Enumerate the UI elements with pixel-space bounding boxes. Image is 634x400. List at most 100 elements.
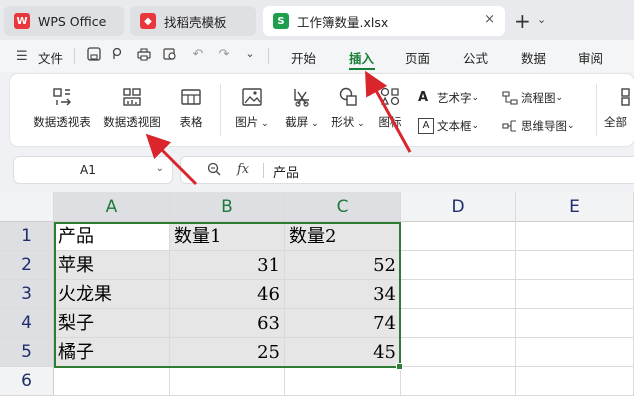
row-header-3[interactable]: 3 bbox=[0, 280, 54, 309]
chevron-down-icon[interactable]: ⌄ bbox=[537, 13, 546, 26]
mindmap-icon bbox=[502, 118, 518, 134]
cell-a5[interactable]: 橘子 bbox=[54, 338, 170, 367]
spreadsheet-grid: A B C D E 1 2 3 4 5 6 产品 数量1 数量2 苹果 31 5… bbox=[0, 192, 634, 400]
cell-b6[interactable] bbox=[170, 367, 285, 396]
flowchart-icon bbox=[502, 90, 518, 106]
textbox-button[interactable]: A 文本框 ⌄ bbox=[418, 118, 479, 134]
cell-a2[interactable]: 苹果 bbox=[54, 251, 170, 280]
mindmap-button[interactable]: 思维导图 ⌄ bbox=[502, 118, 575, 134]
cell-d1[interactable] bbox=[401, 222, 516, 251]
divider bbox=[263, 163, 264, 178]
pivot-chart-button[interactable]: 数据透视图 bbox=[100, 86, 164, 130]
menu-bar: ☰ 文件 ↶ ↷ ⌄ 开始 插入 页面 公式 数据 审阅 bbox=[0, 40, 634, 72]
icon-button[interactable]: 图标 bbox=[374, 86, 406, 130]
screenshot-button[interactable]: 截屏 ⌄ bbox=[280, 86, 324, 130]
hamburger-menu-icon[interactable]: ☰ bbox=[16, 49, 28, 64]
cell-a3[interactable]: 火龙果 bbox=[54, 280, 170, 309]
cell-e3[interactable] bbox=[516, 280, 634, 309]
cell-b1[interactable]: 数量1 bbox=[170, 222, 285, 251]
cell-c1[interactable]: 数量2 bbox=[285, 222, 401, 251]
formula-value[interactable]: 产品 bbox=[273, 162, 299, 181]
cell-e2[interactable] bbox=[516, 251, 634, 280]
chevron-down-icon[interactable]: ⌄ bbox=[156, 163, 164, 174]
file-menu[interactable]: 文件 bbox=[38, 48, 63, 67]
cell-b5[interactable]: 25 bbox=[170, 338, 285, 367]
cell-b3[interactable]: 46 bbox=[170, 280, 285, 309]
row-header-1[interactable]: 1 bbox=[0, 222, 54, 251]
tab-wps-office[interactable]: W WPS Office bbox=[4, 6, 124, 36]
close-tab-icon[interactable]: × bbox=[484, 12, 495, 27]
tab-formula[interactable]: 公式 bbox=[463, 48, 488, 67]
column-header-d[interactable]: D bbox=[401, 192, 516, 222]
chevron-down-icon: ⌄ bbox=[567, 121, 575, 131]
tab-insert[interactable]: 插入 bbox=[349, 48, 374, 67]
scissors-icon bbox=[294, 89, 309, 107]
cell-d6[interactable] bbox=[401, 367, 516, 396]
undo-icon[interactable]: ↶ bbox=[190, 47, 206, 63]
cell-c3[interactable]: 34 bbox=[285, 280, 401, 309]
cell-b2[interactable]: 31 bbox=[170, 251, 285, 280]
function-icon[interactable]: fx bbox=[237, 162, 249, 177]
textbox-icon: A bbox=[418, 118, 434, 134]
cell-d5[interactable] bbox=[401, 338, 516, 367]
tab-review[interactable]: 审阅 bbox=[578, 48, 603, 67]
cell-c4[interactable]: 74 bbox=[285, 309, 401, 338]
fill-handle[interactable] bbox=[396, 363, 403, 370]
flowchart-button[interactable]: 流程图 ⌄ bbox=[502, 90, 563, 106]
cell-e1[interactable] bbox=[516, 222, 634, 251]
tab-page[interactable]: 页面 bbox=[405, 48, 430, 67]
cell-c5[interactable]: 45 bbox=[285, 338, 401, 367]
cell-e4[interactable] bbox=[516, 309, 634, 338]
cell-c2[interactable]: 52 bbox=[285, 251, 401, 280]
new-tab-icon[interactable]: + bbox=[514, 9, 531, 33]
export-pdf-icon[interactable] bbox=[110, 47, 126, 63]
flowchart-label: 流程图 bbox=[521, 91, 556, 105]
tab-label: 找稻壳模板 bbox=[164, 14, 227, 30]
chevron-down-icon[interactable]: ⌄ bbox=[242, 47, 258, 63]
chevron-down-icon: ⌄ bbox=[555, 93, 564, 103]
icon-label: 图标 bbox=[378, 115, 402, 129]
zoom-icon[interactable] bbox=[207, 162, 221, 180]
row-header-2[interactable]: 2 bbox=[0, 251, 54, 280]
cell-d4[interactable] bbox=[401, 309, 516, 338]
save-icon[interactable] bbox=[86, 47, 102, 63]
row-header-4[interactable]: 4 bbox=[0, 309, 54, 338]
cell-b4[interactable]: 63 bbox=[170, 309, 285, 338]
print-icon[interactable] bbox=[136, 47, 152, 63]
divider bbox=[596, 84, 597, 136]
cell-a4[interactable]: 梨子 bbox=[54, 309, 170, 338]
textbox-label: 文本框 bbox=[437, 119, 472, 133]
column-header-b[interactable]: B bbox=[170, 192, 285, 222]
tab-docer-templates[interactable]: ◆ 找稻壳模板 bbox=[130, 6, 256, 36]
row-header-5[interactable]: 5 bbox=[0, 338, 54, 367]
chevron-down-icon: ⌄ bbox=[471, 93, 480, 103]
shape-button[interactable]: 形状 ⌄ bbox=[326, 86, 370, 130]
all-button[interactable]: 全部 bbox=[604, 86, 634, 130]
pivot-table-icon bbox=[53, 88, 71, 106]
column-header-e[interactable]: E bbox=[516, 192, 634, 222]
formula-bar[interactable]: fx 产品 bbox=[180, 156, 634, 184]
cell-e5[interactable] bbox=[516, 338, 634, 367]
wordart-button[interactable]: A 艺术字 ⌄ bbox=[418, 90, 479, 106]
row-header-6[interactable]: 6 bbox=[0, 367, 54, 396]
name-box[interactable]: A1 ⌄ bbox=[13, 156, 173, 184]
cell-a1[interactable]: 产品 bbox=[54, 222, 170, 251]
select-all-corner[interactable] bbox=[0, 192, 54, 222]
tab-data[interactable]: 数据 bbox=[521, 48, 546, 67]
cell-a6[interactable] bbox=[54, 367, 170, 396]
spreadsheet-icon: S bbox=[273, 13, 289, 29]
cell-d3[interactable] bbox=[401, 280, 516, 309]
column-header-a[interactable]: A bbox=[54, 192, 170, 222]
redo-icon[interactable]: ↷ bbox=[216, 47, 232, 63]
cell-d2[interactable] bbox=[401, 251, 516, 280]
tab-home[interactable]: 开始 bbox=[291, 48, 316, 67]
tab-workbook[interactable]: S 工作簿数量.xlsx × bbox=[263, 6, 505, 36]
pivot-chart-label: 数据透视图 bbox=[103, 115, 161, 129]
cell-c6[interactable] bbox=[285, 367, 401, 396]
column-header-c[interactable]: C bbox=[285, 192, 401, 222]
picture-button[interactable]: 图片 ⌄ bbox=[230, 86, 274, 130]
cell-e6[interactable] bbox=[516, 367, 634, 396]
table-button[interactable]: 表格 bbox=[172, 86, 210, 130]
print-preview-icon[interactable] bbox=[162, 47, 178, 63]
pivot-table-button[interactable]: 数据透视表 bbox=[30, 86, 94, 130]
